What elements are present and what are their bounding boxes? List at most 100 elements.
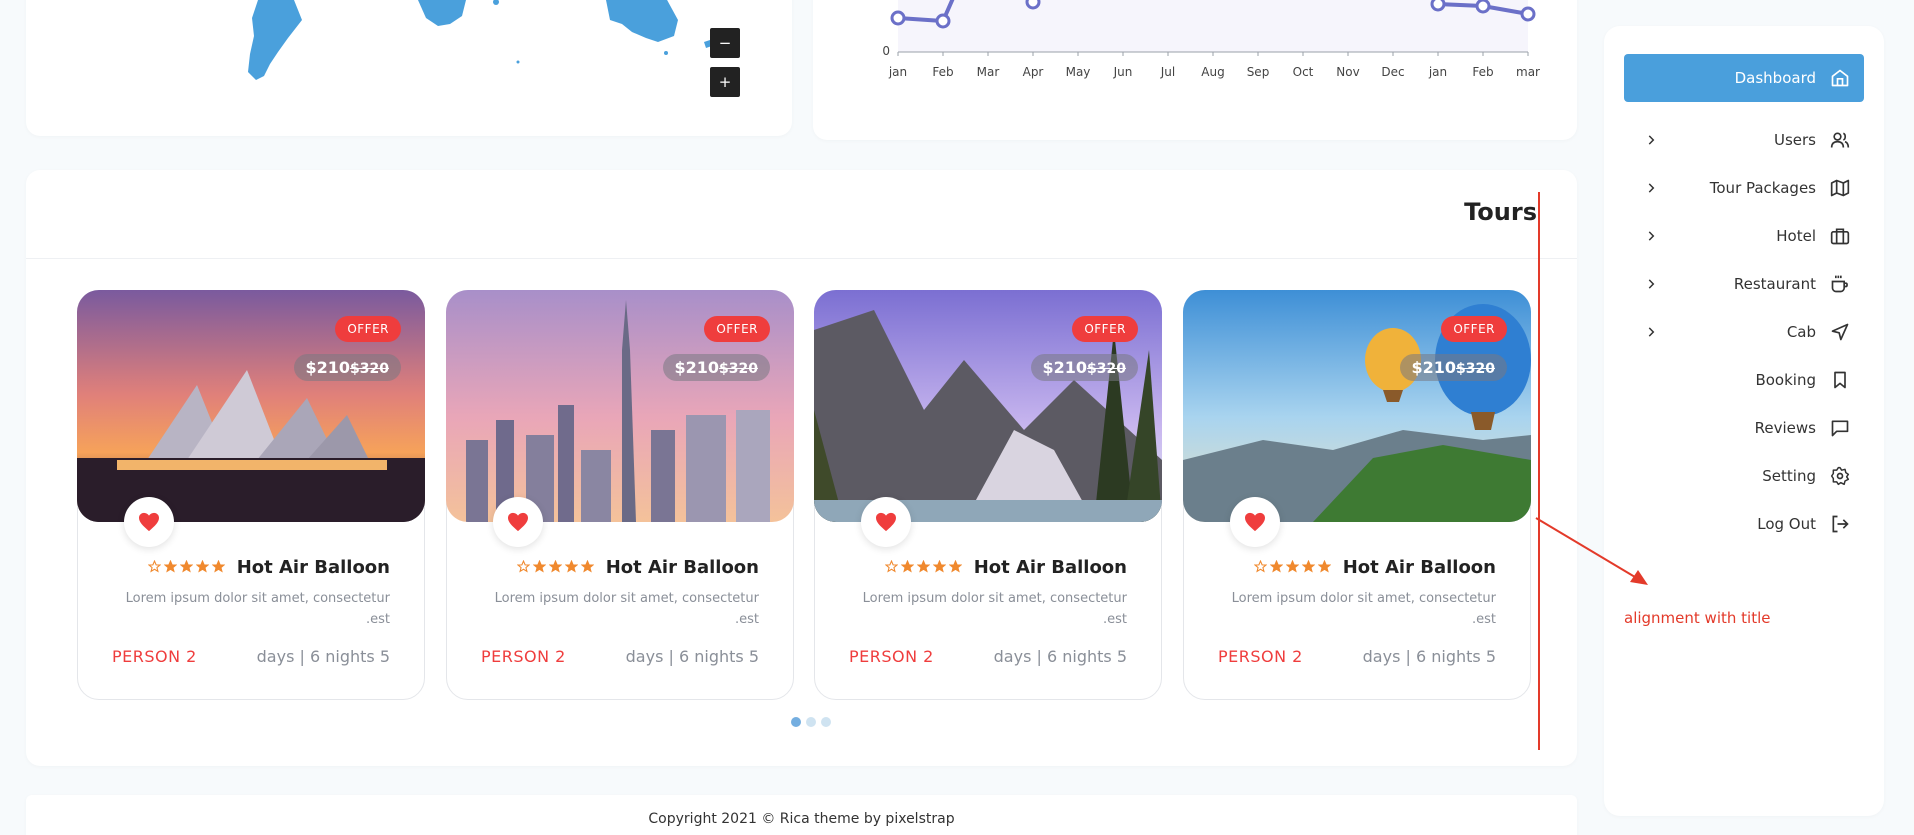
log-out-icon [1830,514,1850,534]
offer-badge: OFFER [704,316,770,342]
message-square-icon [1830,418,1850,438]
tour-persons: PERSON 2 [112,647,197,666]
series-point [1475,0,1491,14]
annotation-text: alignment with title [1624,609,1771,627]
line-chart: 0 jan Feb Mar Apr May Jun Jul Aug Sep Oct Nov Dec jan… [882,0,1540,79]
chevron-right-icon [1644,324,1658,343]
tours-card: Tours OFFER $210$320 Hot Air Balloon Lor… [26,170,1577,766]
x-tick-label: May [1066,65,1091,79]
sidebar-item-hotel[interactable]: Hotel [1624,212,1864,260]
sidebar-item-users[interactable]: Users [1624,116,1864,164]
favorite-heart-icon[interactable] [1230,497,1280,547]
tour-description: Lorem ipsum dolor sit amet, consectetur.… [862,591,1127,627]
price-old: $320 [1456,361,1495,377]
favorite-heart-icon[interactable] [493,497,543,547]
series-point [1520,6,1536,22]
star-icon [1301,558,1316,577]
carousel-pagination [791,717,831,727]
carousel-dot[interactable] [821,717,831,727]
sidebar-item-tour-packages[interactable]: Tour Packages [1624,164,1864,212]
tour-title-row: Hot Air Balloon [516,557,759,578]
star-icon [532,558,547,577]
tour-image: OFFER $210$320 [446,290,794,522]
price-badge: $210$320 [293,354,401,381]
series-point [935,13,951,29]
price-badge: $210$320 [1399,354,1507,381]
star-icon [1285,558,1300,577]
star-icon [1317,558,1332,577]
tour-name[interactable]: Hot Air Balloon [1343,557,1496,578]
zoom-in-button[interactable]: + [710,67,740,97]
x-tick-label: Sep [1247,65,1270,79]
series-point [1025,0,1041,10]
chevron-right-icon [1644,276,1658,295]
sidebar-item-label: Tour Packages [1709,179,1816,197]
x-tick-label: Oct [1293,65,1314,79]
offer-badge: OFFER [1441,316,1507,342]
carousel-dot[interactable] [806,717,816,727]
price-current: $210 [1411,358,1457,377]
map-africa-south [418,0,466,26]
tour-description: Lorem ipsum dolor sit amet, consectetur.… [494,591,759,627]
chevron-right-icon [1644,180,1658,199]
sidebar-item-cab[interactable]: Cab [1624,308,1864,356]
tour-duration: days | 6 nights 5 [256,647,390,666]
offer-badge: OFFER [335,316,401,342]
x-tick-label: jan [1428,65,1447,79]
favorite-heart-icon[interactable] [124,497,174,547]
zoom-out-button[interactable]: − [710,28,740,58]
tour-card[interactable]: OFFER $210$320 Hot Air Balloon Lorem ips… [814,290,1162,700]
tours-title: Tours [1464,198,1537,226]
tour-duration: days | 6 nights 5 [1362,647,1496,666]
price-badge: $210$320 [1030,354,1138,381]
map-south-america [248,0,302,80]
star-icon [211,558,226,577]
x-tick-label: mar [1516,65,1540,79]
price-old: $320 [1087,361,1126,377]
sidebar-item-log-out[interactable]: Log Out [1624,500,1864,548]
users-icon [1830,130,1850,150]
rating-stars [516,558,595,577]
favorite-heart-icon[interactable] [861,497,911,547]
tour-name[interactable]: Hot Air Balloon [974,557,1127,578]
tour-card[interactable]: OFFER $210$320 Hot Air Balloon Lorem ips… [1183,290,1531,700]
star-icon [163,558,178,577]
map-dot [664,51,668,55]
star-icon [1269,558,1284,577]
bookmark-icon [1830,370,1850,390]
price-current: $210 [674,358,720,377]
series-point [890,10,906,26]
x-tick-label: Aug [1201,65,1224,79]
x-tick-label: Feb [932,65,953,79]
sidebar-item-label: Dashboard [1734,69,1816,87]
tour-name[interactable]: Hot Air Balloon [237,557,390,578]
star-icon [564,558,579,577]
x-tick-label: Dec [1381,65,1404,79]
offer-badge: OFFER [1072,316,1138,342]
tour-name[interactable]: Hot Air Balloon [606,557,759,578]
tour-persons: PERSON 2 [481,647,566,666]
sidebar-item-reviews[interactable]: Reviews [1624,404,1864,452]
sidebar-item-restaurant[interactable]: Restaurant [1624,260,1864,308]
star-outline-icon [1253,558,1268,577]
tour-persons: PERSON 2 [849,647,934,666]
x-tick-label: Mar [977,65,1000,79]
x-tick-label: Jul [1160,65,1175,79]
rating-stars [147,558,226,577]
price-old: $320 [350,361,389,377]
sidebar-item-dashboard[interactable]: Dashboard [1624,54,1864,102]
sidebar-item-booking[interactable]: Booking [1624,356,1864,404]
tour-card[interactable]: OFFER $210$320 Hot Air Balloon Lorem ips… [446,290,794,700]
sidebar-item-label: Hotel [1776,227,1816,245]
footer: Copyright 2021 © Rica theme by pixelstra… [26,795,1577,835]
carousel-dot[interactable] [791,717,801,727]
star-icon [916,558,931,577]
tour-card[interactable]: OFFER $210$320 Hot Air Balloon Lorem ips… [77,290,425,700]
tour-image: OFFER $210$320 [1183,290,1531,522]
tour-duration: days | 6 nights 5 [993,647,1127,666]
x-tick-label: Nov [1336,65,1359,79]
sidebar-item-label: Booking [1755,371,1816,389]
tour-title-row: Hot Air Balloon [884,557,1127,578]
sidebar-item-setting[interactable]: Setting [1624,452,1864,500]
sidebar-item-label: Setting [1762,467,1816,485]
